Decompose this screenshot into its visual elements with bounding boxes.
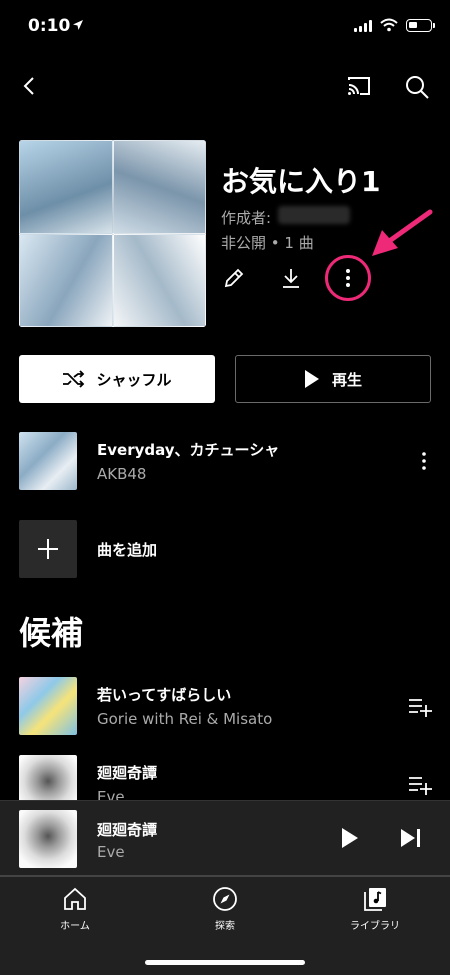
cellular-signal-icon [354, 20, 372, 32]
plus-icon [19, 520, 77, 578]
suggestion-row[interactable]: 若いってすばらしい Gorie with Rei & Misato [0, 677, 450, 737]
add-song-row[interactable]: 曲を追加 [0, 520, 450, 580]
now-playing-thumbnail [19, 810, 77, 868]
now-playing-title: 廻廻奇譚 [97, 821, 158, 839]
nav-home[interactable]: ホーム [15, 885, 135, 932]
playlist-cover-art [19, 140, 206, 327]
suggestion-artist: Gorie with Rei & Misato [97, 710, 273, 728]
add-to-playlist-icon[interactable] [408, 773, 432, 795]
suggestions-heading: 候補 [19, 614, 84, 652]
suggestion-title: 廻廻奇譚 [97, 764, 158, 782]
playlist-title: お気に入り1 [221, 165, 381, 198]
nav-home-label: ホーム [60, 921, 90, 932]
playlist-meta: 非公開 • 1 曲 [221, 234, 314, 252]
nav-explore-label: 探索 [215, 921, 235, 932]
track-thumbnail [19, 432, 77, 490]
add-song-label: 曲を追加 [97, 541, 158, 559]
home-indicator [145, 960, 305, 965]
suggestion-thumbnail [19, 677, 77, 735]
compass-icon [213, 887, 237, 911]
playlist-author-name-redacted [278, 206, 350, 224]
play-icon [304, 370, 319, 388]
wifi-icon [380, 18, 398, 32]
playlist-author-label: 作成者: [221, 209, 272, 227]
library-icon [364, 888, 386, 911]
back-chevron-icon[interactable] [18, 74, 42, 98]
track-artist: AKB48 [97, 465, 147, 483]
track-row[interactable]: Everyday、カチューシャ AKB48 [0, 432, 450, 492]
mini-player[interactable]: 廻廻奇譚 Eve [0, 800, 450, 876]
home-icon [64, 887, 86, 910]
search-icon[interactable] [404, 74, 430, 100]
status-bar: 0:10 [0, 0, 450, 54]
mini-play-icon[interactable] [340, 826, 360, 850]
download-icon[interactable] [280, 266, 302, 290]
edit-pencil-icon[interactable] [222, 266, 246, 290]
skip-next-icon[interactable] [400, 828, 422, 848]
add-to-playlist-icon[interactable] [408, 695, 432, 717]
annotation-arrow-icon [372, 209, 433, 256]
annotation-highlight-circle [325, 255, 371, 301]
suggestion-title: 若いってすばらしい [97, 686, 232, 704]
location-arrow-icon [73, 20, 83, 30]
battery-icon [406, 19, 435, 32]
now-playing-artist: Eve [97, 843, 125, 861]
shuffle-label: シャッフル [96, 370, 172, 389]
track-more-icon[interactable] [414, 450, 434, 472]
shuffle-icon [63, 370, 85, 388]
cast-icon[interactable] [346, 74, 372, 98]
shuffle-button[interactable]: シャッフル [19, 355, 215, 403]
nav-library-label: ライブラリ [350, 921, 400, 932]
track-title: Everyday、カチューシャ [97, 441, 280, 459]
play-label: 再生 [331, 370, 362, 389]
play-button[interactable]: 再生 [235, 355, 431, 403]
status-time: 0:10 [28, 16, 71, 36]
nav-explore[interactable]: 探索 [165, 885, 285, 932]
nav-library[interactable]: ライブラリ [315, 885, 435, 932]
